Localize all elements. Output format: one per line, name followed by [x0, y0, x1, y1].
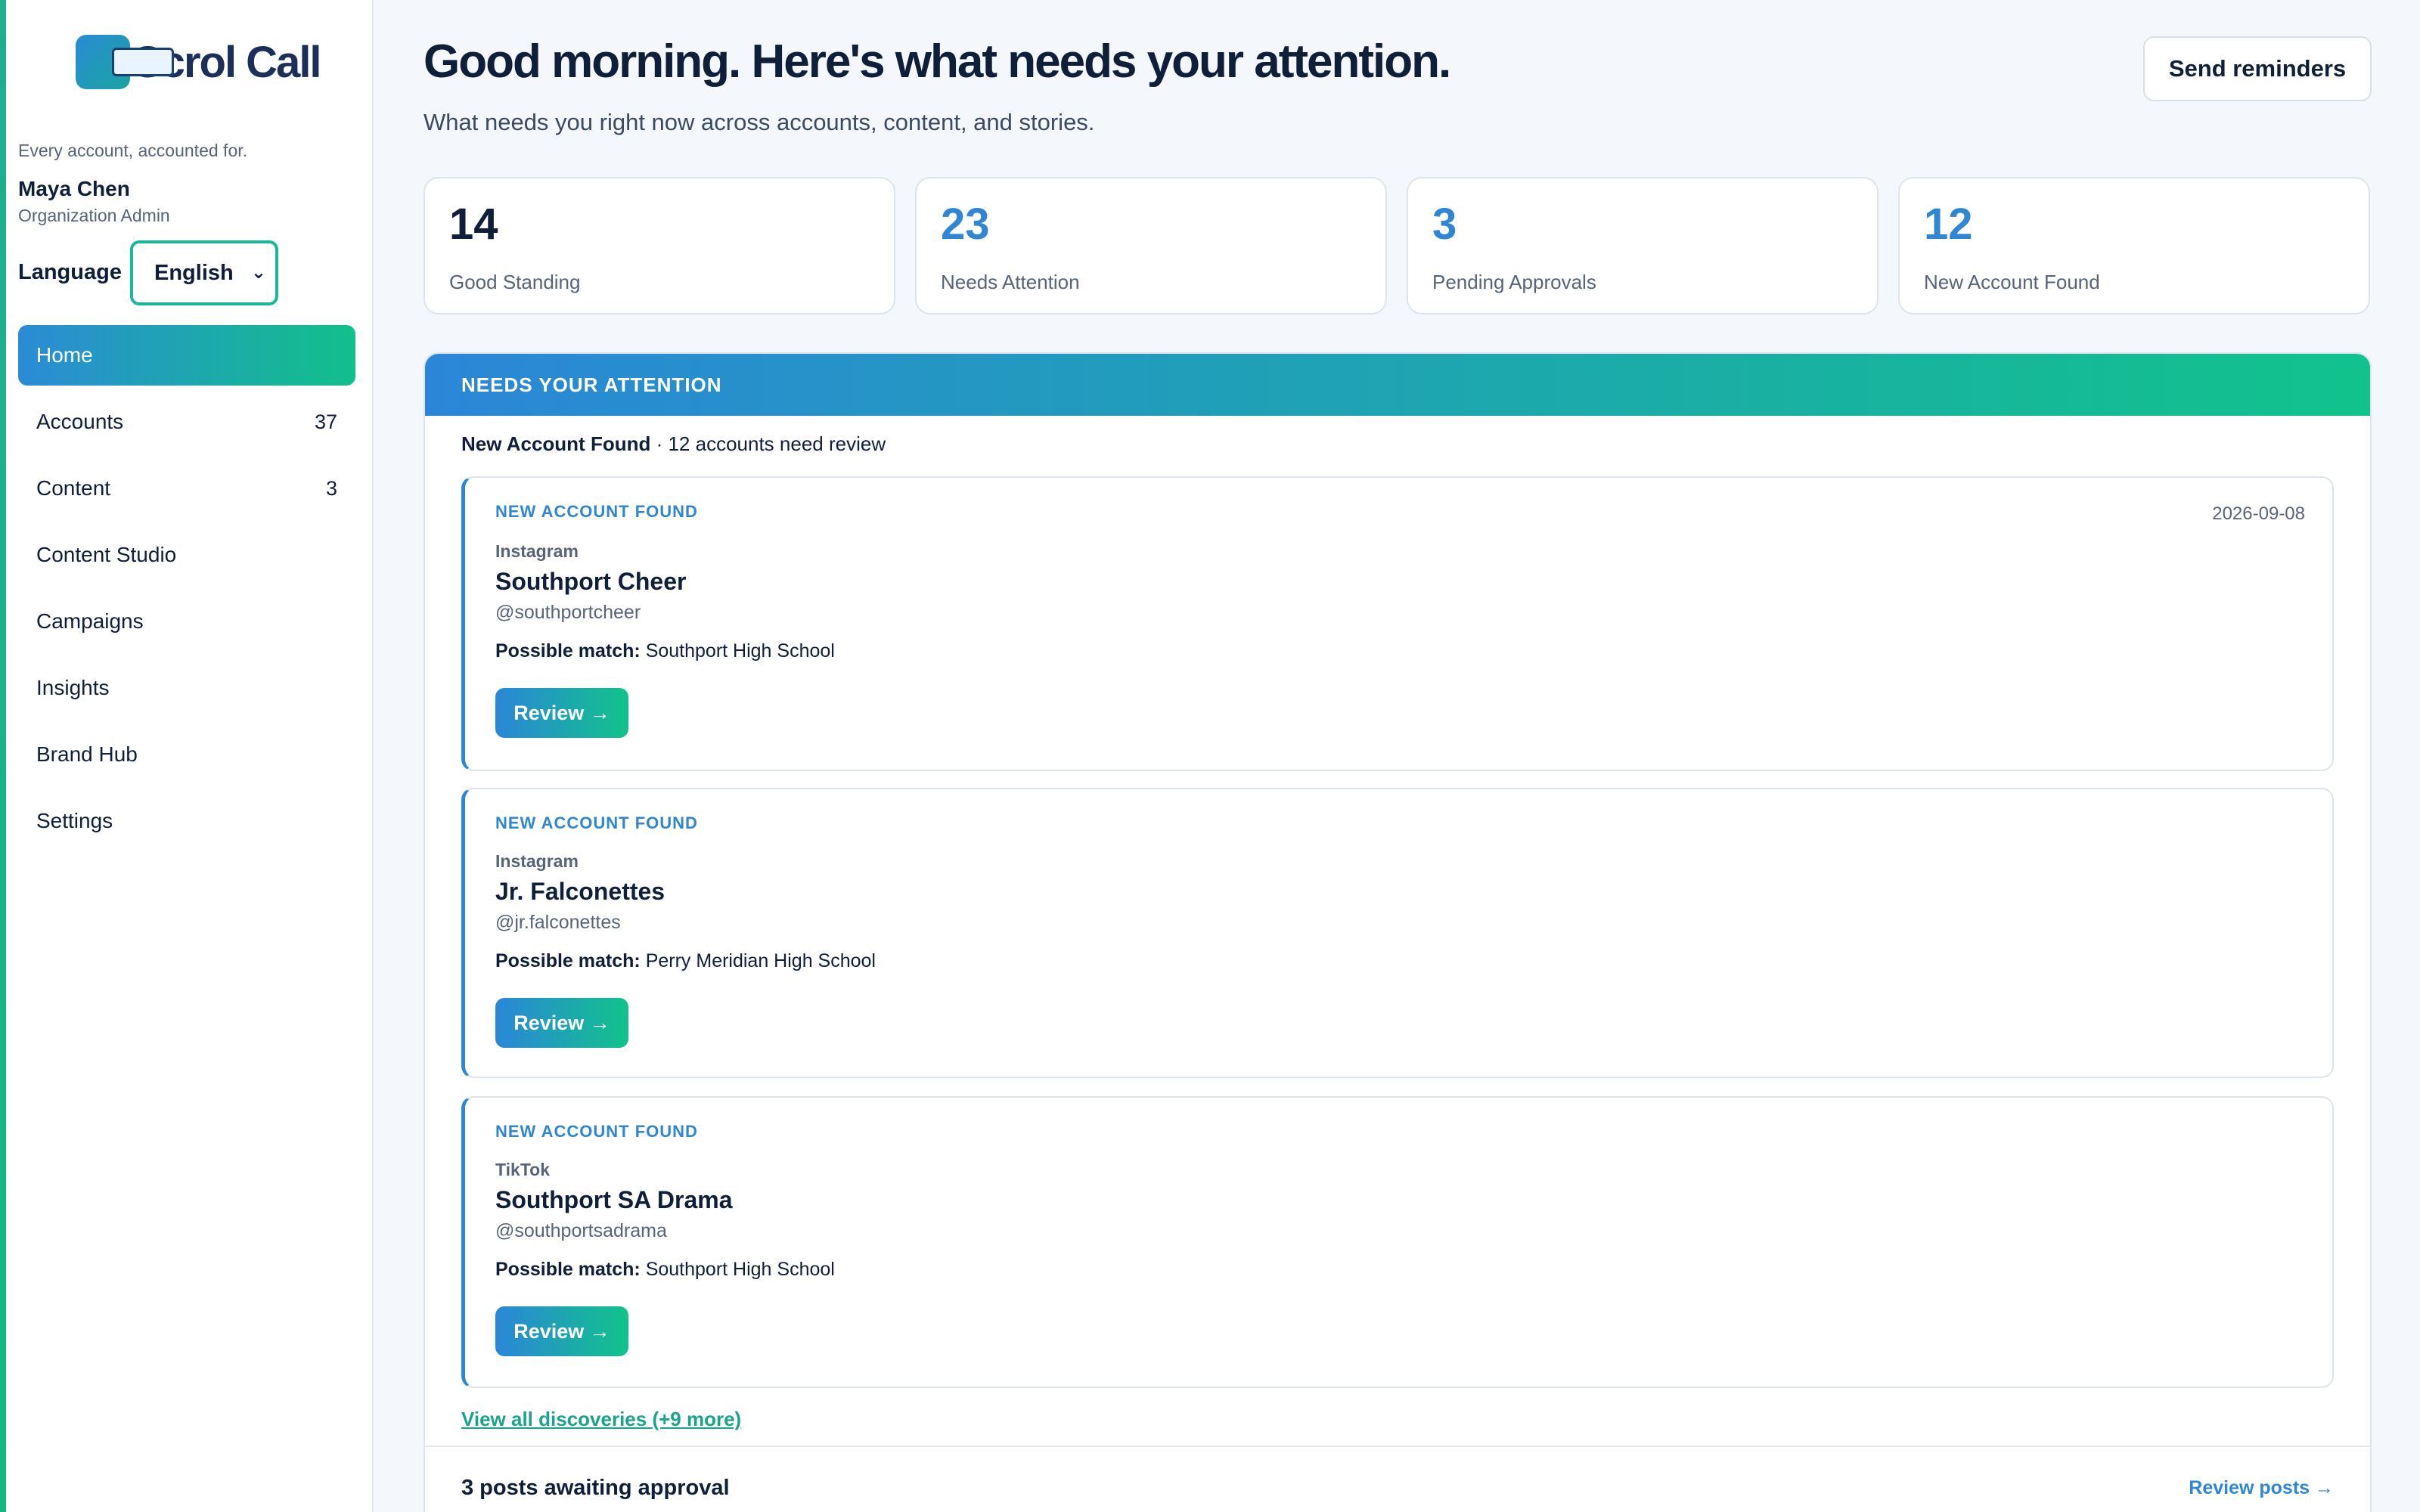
review-button[interactable]: Review → [495, 1306, 628, 1356]
section-title: New Account Found [461, 432, 651, 455]
sidebar-accent-stripe [0, 0, 6, 1512]
card-kind: NEW ACCOUNT FOUND [495, 813, 698, 832]
stat-value: 14 [449, 200, 498, 249]
card-account-name: Jr. Falconettes [495, 878, 666, 905]
sidebar-item-content-studio[interactable]: Content Studio [18, 525, 355, 585]
match-value: Southport High School [645, 640, 835, 662]
sidebar-nav: Home Accounts 37 Content 3 Content Studi… [18, 325, 355, 857]
sidebar-item-campaigns[interactable]: Campaigns [18, 591, 355, 652]
match-label: Possible match: [495, 950, 641, 971]
stat-label: Good Standing [449, 271, 581, 293]
stat-value: 12 [1924, 200, 1973, 249]
sidebar-item-label: Content Studio [36, 543, 177, 566]
scrollcall-logo[interactable]: Scrol Call [76, 32, 322, 92]
sidebar-item-label: Brand Hub [36, 742, 138, 766]
match-label: Possible match: [495, 1259, 641, 1280]
stat-card-needs-attention[interactable]: 23 Needs Attention [915, 177, 1387, 314]
user-name: Maya Chen [18, 177, 130, 200]
sidebar-item-accounts[interactable]: Accounts 37 [18, 392, 355, 452]
section-detail: · 12 accounts need review [650, 432, 886, 455]
card-account-name: Southport Cheer [495, 568, 687, 595]
card-account-name: Southport SA Drama [495, 1186, 733, 1213]
card-possible-match: Possible match: Southport High School [495, 1259, 2305, 1281]
card-date: 2026-09-08 [2212, 503, 2305, 524]
card-platform: TikTok [495, 1160, 550, 1179]
tagline: Every account, accounted for. [18, 141, 248, 160]
logo-icon [76, 35, 174, 89]
sidebar-item-home[interactable]: Home [18, 325, 355, 386]
card-kind: NEW ACCOUNT FOUND [495, 502, 698, 521]
section-summary: New Account Found · 12 accounts need rev… [461, 432, 886, 456]
sidebar-item-label: Content [36, 476, 111, 500]
review-posts-link[interactable]: Review posts → [2189, 1477, 2334, 1499]
discovery-card: NEW ACCOUNT FOUND 2026-09-08 Instagram S… [461, 476, 2334, 771]
card-handle: @southportsadrama [495, 1220, 667, 1241]
page-title: Good morning. Here's what needs your att… [424, 36, 1451, 88]
sidebar-item-label: Settings [36, 809, 113, 832]
stats-row: 14 Good Standing 23 Needs Attention 3 Pe… [424, 177, 2372, 314]
card-kind: NEW ACCOUNT FOUND [495, 1122, 698, 1141]
card-possible-match: Possible match: Southport High School [495, 640, 2305, 662]
card-handle: @southportcheer [495, 602, 641, 623]
match-value: Southport High School [645, 1259, 835, 1280]
language-label: Language [18, 260, 122, 284]
divider [425, 1445, 2370, 1447]
chevron-down-icon: ⌄ [250, 262, 266, 283]
attention-panel: NEEDS YOUR ATTENTION New Account Found ·… [424, 352, 2372, 1512]
page-subtitle: What needs you right now across accounts… [424, 109, 1095, 135]
card-platform: Instagram [495, 851, 579, 871]
sidebar-item-label: Accounts [36, 410, 124, 433]
sidebar-item-settings[interactable]: Settings [18, 791, 355, 851]
match-label: Possible match: [495, 640, 641, 662]
posts-awaiting-title: 3 posts awaiting approval [461, 1476, 730, 1500]
sidebar-item-content[interactable]: Content 3 [18, 458, 355, 519]
stat-label: Pending Approvals [1432, 271, 1596, 293]
discovery-card: NEW ACCOUNT FOUND TikTok Southport SA Dr… [461, 1096, 2334, 1388]
stat-value: 23 [941, 200, 990, 249]
stat-card-pending-approvals[interactable]: 3 Pending Approvals [1407, 177, 1879, 314]
attention-panel-heading: NEEDS YOUR ATTENTION [425, 354, 2370, 416]
sidebar-item-count: 37 [314, 410, 337, 433]
sidebar-item-brand-hub[interactable]: Brand Hub [18, 724, 355, 785]
sidebar-item-label: Insights [36, 676, 110, 699]
review-button[interactable]: Review → [495, 998, 628, 1048]
card-platform: Instagram [495, 541, 579, 561]
stat-card-good-standing[interactable]: 14 Good Standing [424, 177, 895, 314]
stat-value: 3 [1432, 200, 1457, 249]
sidebar-item-insights[interactable]: Insights [18, 658, 355, 718]
view-all-discoveries-link[interactable]: View all discoveries (+9 more) [461, 1408, 741, 1431]
match-value: Perry Meridian High School [645, 950, 876, 971]
card-handle: @jr.falconettes [495, 912, 621, 933]
sidebar-item-label: Campaigns [36, 609, 144, 633]
discovery-card: NEW ACCOUNT FOUND Instagram Jr. Falconet… [461, 788, 2334, 1078]
stat-card-new-account-found[interactable]: 12 New Account Found [1898, 177, 2370, 314]
sidebar: Scrol Call Every account, accounted for.… [6, 0, 374, 1512]
sidebar-item-count: 3 [325, 476, 337, 500]
card-possible-match: Possible match: Perry Meridian High Scho… [495, 950, 2305, 972]
review-button[interactable]: Review → [495, 688, 628, 738]
user-role: Organization Admin [18, 206, 170, 225]
language-selected-value: English [154, 260, 234, 285]
stat-label: New Account Found [1924, 271, 2100, 293]
sidebar-item-label: Home [36, 343, 93, 367]
stat-label: Needs Attention [941, 271, 1080, 293]
send-reminders-button[interactable]: Send reminders [2143, 36, 2372, 101]
language-select[interactable]: English ⌄ [130, 240, 278, 305]
